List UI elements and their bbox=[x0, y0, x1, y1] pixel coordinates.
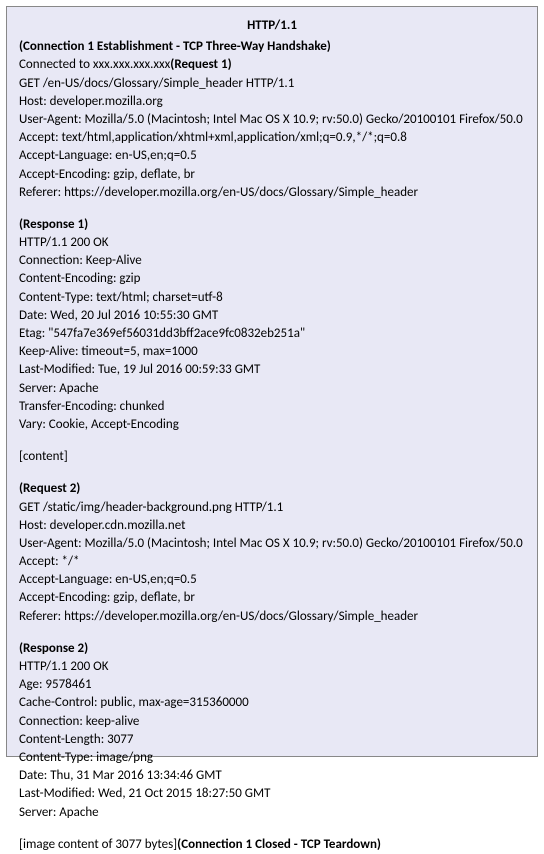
resp1-transfer-encoding: Transfer-Encoding: chunked bbox=[19, 398, 525, 416]
resp1-keepalive: Keep-Alive: timeout=5, max=1000 bbox=[19, 343, 525, 361]
resp2-age: Age: 9578461 bbox=[19, 676, 525, 694]
protocol-title: HTTP/1.1 bbox=[19, 17, 525, 35]
request2-label: (Request 2) bbox=[19, 480, 525, 498]
req2-accept: Accept: */* bbox=[19, 553, 525, 571]
resp1-date: Date: Wed, 20 Jul 2016 10:55:30 GMT bbox=[19, 307, 525, 325]
closing-line: [image content of 3077 bytes](Connection… bbox=[19, 836, 525, 854]
resp2-connection: Connection: keep-alive bbox=[19, 713, 525, 731]
resp2-server: Server: Apache bbox=[19, 804, 525, 822]
response2-label: (Response 2) bbox=[19, 640, 525, 658]
req1-referer: Referer: https://developer.mozilla.org/e… bbox=[19, 184, 525, 202]
resp2-content-type: Content-Type: image/png bbox=[19, 749, 525, 767]
req2-accept-encoding: Accept-Encoding: gzip, deflate, br bbox=[19, 589, 525, 607]
response1-label: (Response 1) bbox=[19, 216, 525, 234]
resp1-connection: Connection: Keep-Alive bbox=[19, 252, 525, 270]
resp1-content-type: Content-Type: text/html; charset=utf-8 bbox=[19, 289, 525, 307]
req2-referer: Referer: https://developer.mozilla.org/e… bbox=[19, 608, 525, 626]
resp1-content-encoding: Content-Encoding: gzip bbox=[19, 270, 525, 288]
resp2-cache-control: Cache-Control: public, max-age=315360000 bbox=[19, 694, 525, 712]
resp1-status: HTTP/1.1 200 OK bbox=[19, 234, 525, 252]
req1-accept-encoding: Accept-Encoding: gzip, deflate, br bbox=[19, 166, 525, 184]
req1-user-agent: User-Agent: Mozilla/5.0 (Macintosh; Inte… bbox=[19, 111, 525, 129]
http-document: HTTP/1.1 (Connection 1 Establishment - T… bbox=[6, 6, 538, 757]
image-content-text: [image content of 3077 bytes] bbox=[19, 837, 177, 852]
req1-get: GET /en-US/docs/Glossary/Simple_header H… bbox=[19, 75, 525, 93]
request1-label: (Request 1) bbox=[170, 57, 231, 72]
resp2-content-length: Content-Length: 3077 bbox=[19, 731, 525, 749]
req2-get: GET /static/img/header-background.png HT… bbox=[19, 499, 525, 517]
req1-accept: Accept: text/html,application/xhtml+xml,… bbox=[19, 129, 525, 147]
req1-host: Host: developer.mozilla.org bbox=[19, 93, 525, 111]
resp1-lastmod: Last-Modified: Tue, 19 Jul 2016 00:59:33… bbox=[19, 361, 525, 379]
connected-text: Connected to xxx.xxx.xxx.xxx bbox=[19, 57, 170, 72]
resp2-date: Date: Thu, 31 Mar 2016 13:34:46 GMT bbox=[19, 767, 525, 785]
req1-accept-language: Accept-Language: en-US,en;q=0.5 bbox=[19, 147, 525, 165]
req2-host: Host: developer.cdn.mozilla.net bbox=[19, 517, 525, 535]
req2-accept-language: Accept-Language: en-US,en;q=0.5 bbox=[19, 571, 525, 589]
resp1-etag: Etag: "547fa7e369ef56031dd3bff2ace9fc083… bbox=[19, 325, 525, 343]
resp1-vary: Vary: Cookie, Accept-Encoding bbox=[19, 416, 525, 434]
req2-user-agent: User-Agent: Mozilla/5.0 (Macintosh; Inte… bbox=[19, 535, 525, 553]
connection-closed: (Connection 1 Closed - TCP Teardown) bbox=[177, 837, 381, 852]
resp2-status: HTTP/1.1 200 OK bbox=[19, 658, 525, 676]
connected-line: Connected to xxx.xxx.xxx.xxx(Request 1) bbox=[19, 56, 525, 74]
resp2-lastmod: Last-Modified: Wed, 21 Oct 2015 18:27:50… bbox=[19, 785, 525, 803]
resp1-server: Server: Apache bbox=[19, 380, 525, 398]
content-placeholder: [content] bbox=[19, 448, 525, 466]
connection-establishment: (Connection 1 Establishment - TCP Three-… bbox=[19, 38, 525, 56]
